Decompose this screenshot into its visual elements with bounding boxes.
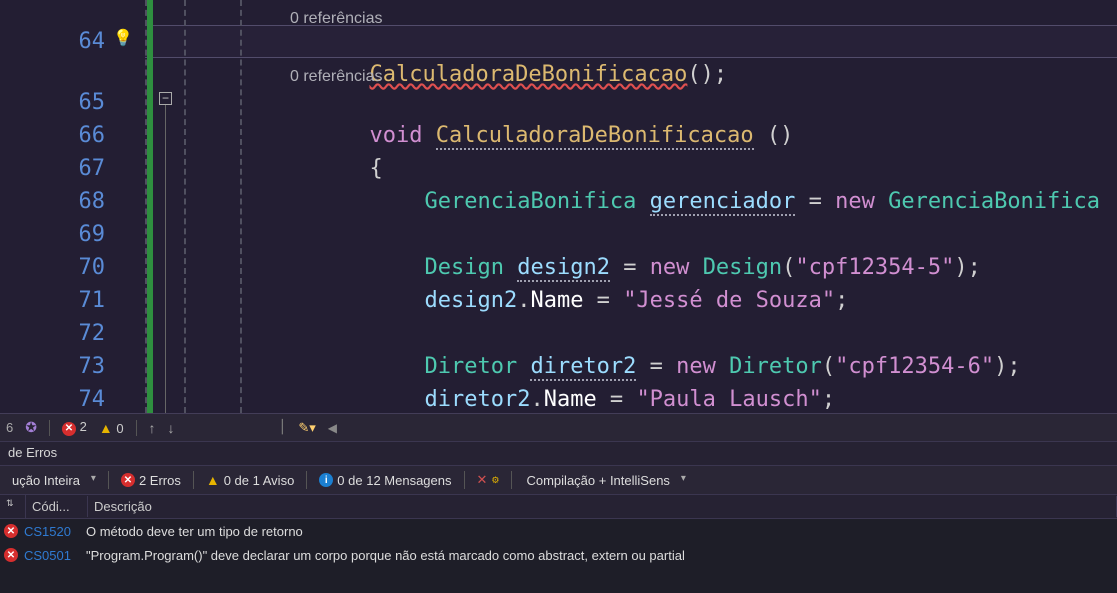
pen-icon[interactable]: ✎▾ (298, 420, 315, 436)
fold-toggle[interactable]: − (159, 92, 172, 105)
parens: () (754, 123, 794, 148)
change-indicator (147, 0, 153, 413)
header-code[interactable]: Códi... (26, 496, 88, 517)
scope-dropdown[interactable]: ução Inteira (6, 471, 100, 490)
line-number: 65 (45, 86, 105, 119)
header-icon-col[interactable]: ⇅ (0, 495, 26, 517)
build-filter-icon[interactable]: ✕⚙ (473, 470, 504, 490)
error-code-link[interactable]: CS1520 (24, 524, 80, 539)
call-parens: (); (687, 62, 727, 87)
line-number: 68 (45, 185, 105, 218)
error-row[interactable]: ✕ CS0501 "Program.Program()" deve declar… (0, 543, 1117, 567)
caret-indicator: ⎮ (279, 420, 287, 435)
warnings-filter-button[interactable]: ▲0 de 1 Aviso (202, 470, 298, 490)
error-icon: ✕ (4, 524, 18, 538)
line-number: 73 (45, 350, 105, 383)
fold-guide (165, 105, 166, 413)
status-left-number: 6 (6, 420, 13, 435)
error-description: O método deve ter um tipo de retorno (86, 524, 303, 539)
scroll-left-icon[interactable]: ◀ (328, 421, 337, 435)
indent-guide (240, 0, 242, 413)
code-pane[interactable]: 0 referências CalculadoraDeBonificacao()… (180, 0, 1117, 413)
error-list-title: de Erros (0, 441, 1117, 465)
code-line-73[interactable]: diretor2.Name = "Paula Lausch"; (345, 350, 835, 413)
method-name: CalculadoraDeBonificacao (436, 123, 754, 150)
error-count[interactable]: ✕ 2 (62, 419, 87, 436)
line-number: 72 (45, 317, 105, 350)
method-call: CalculadoraDeBonificacao (369, 62, 687, 87)
code-editor[interactable]: 64 65 66 67 68 69 70 71 72 73 74 💡 − 0 r… (0, 0, 1117, 413)
error-row[interactable]: ✕ CS1520 O método deve ter um tipo de re… (0, 519, 1117, 543)
indent-guide (184, 0, 186, 413)
warning-count[interactable]: ▲ 0 (99, 420, 124, 436)
error-description: "Program.Program()" deve declarar um cor… (86, 548, 685, 563)
lightbulb-icon[interactable]: 💡 (113, 28, 133, 48)
brain-icon[interactable]: ✪ (25, 419, 37, 436)
line-number: 67 (45, 152, 105, 185)
line-number: 70 (45, 251, 105, 284)
error-code-link[interactable]: CS0501 (24, 548, 80, 563)
line-number: 69 (45, 218, 105, 251)
source-dropdown[interactable]: Compilação + IntelliSens (520, 471, 689, 490)
type: GerenciaBonifica (424, 189, 636, 214)
line-number: 71 (45, 284, 105, 317)
header-description[interactable]: Descrição (88, 496, 1117, 517)
line-number: 74 (45, 383, 105, 413)
fold-margin: − (145, 0, 180, 413)
editor-status-bar: 6 ✪ ✕ 2 ▲ 0 ↑ ↓ ⎮ ✎▾ ◀ (0, 413, 1117, 441)
errors-filter-button[interactable]: ✕2 Erros (117, 471, 185, 490)
var: gerenciador (650, 189, 796, 216)
nav-down-icon[interactable]: ↓ (168, 420, 175, 436)
gutter: 64 65 66 67 68 69 70 71 72 73 74 💡 (0, 0, 145, 413)
messages-filter-button[interactable]: i0 de 12 Mensagens (315, 471, 455, 490)
error-list-header: ⇅ Códi... Descrição (0, 495, 1117, 519)
error-icon: ✕ (4, 548, 18, 562)
line-number: 66 (45, 119, 105, 152)
nav-up-icon[interactable]: ↑ (149, 420, 156, 436)
line-number: 64 (45, 25, 105, 58)
error-list-toolbar: ução Inteira ✕2 Erros ▲0 de 1 Aviso i0 d… (0, 465, 1117, 495)
